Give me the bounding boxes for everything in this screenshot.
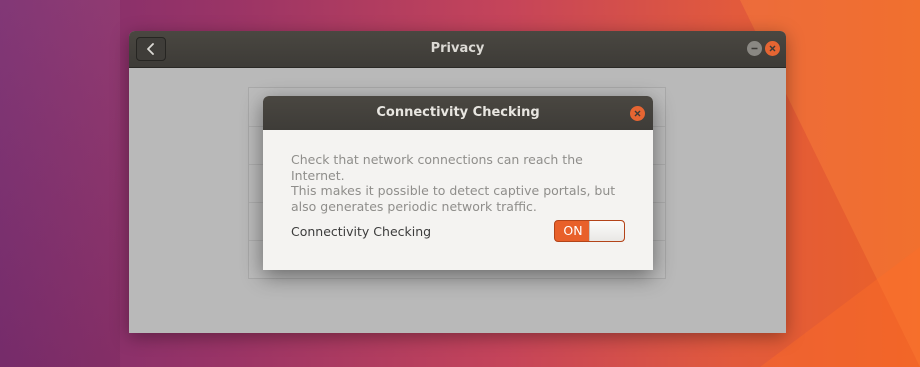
description-line: This makes it possible to detect captive… xyxy=(291,183,616,198)
connectivity-setting-row: Connectivity Checking ON xyxy=(291,220,625,244)
connectivity-checking-dialog: Connectivity Checking Check that network… xyxy=(263,96,653,270)
minimize-icon xyxy=(751,47,758,50)
close-icon xyxy=(769,45,776,52)
wallpaper-shard xyxy=(0,0,120,367)
window-titlebar[interactable]: Privacy xyxy=(129,31,786,68)
close-icon xyxy=(634,110,641,117)
dialog-title: Connectivity Checking xyxy=(376,105,540,120)
switch-knob[interactable] xyxy=(589,221,624,241)
desktop-background: Privacy Connectivity Checking Check that… xyxy=(0,0,920,367)
dialog-titlebar[interactable]: Connectivity Checking xyxy=(263,96,653,130)
window-close-button[interactable] xyxy=(765,41,780,56)
window-controls xyxy=(747,41,780,56)
dialog-description: Check that network connections can reach… xyxy=(291,152,631,214)
description-line: Check that network connections can reach… xyxy=(291,152,583,183)
switch-state-label: ON xyxy=(563,223,583,238)
connectivity-toggle-switch[interactable]: ON xyxy=(554,220,625,242)
minimize-button[interactable] xyxy=(747,41,762,56)
dialog-close-button[interactable] xyxy=(630,106,645,121)
setting-label: Connectivity Checking xyxy=(291,224,432,239)
window-title: Privacy xyxy=(430,41,485,56)
dialog-body: Check that network connections can reach… xyxy=(291,152,625,214)
description-line: also generates periodic network traffic. xyxy=(291,198,537,214)
